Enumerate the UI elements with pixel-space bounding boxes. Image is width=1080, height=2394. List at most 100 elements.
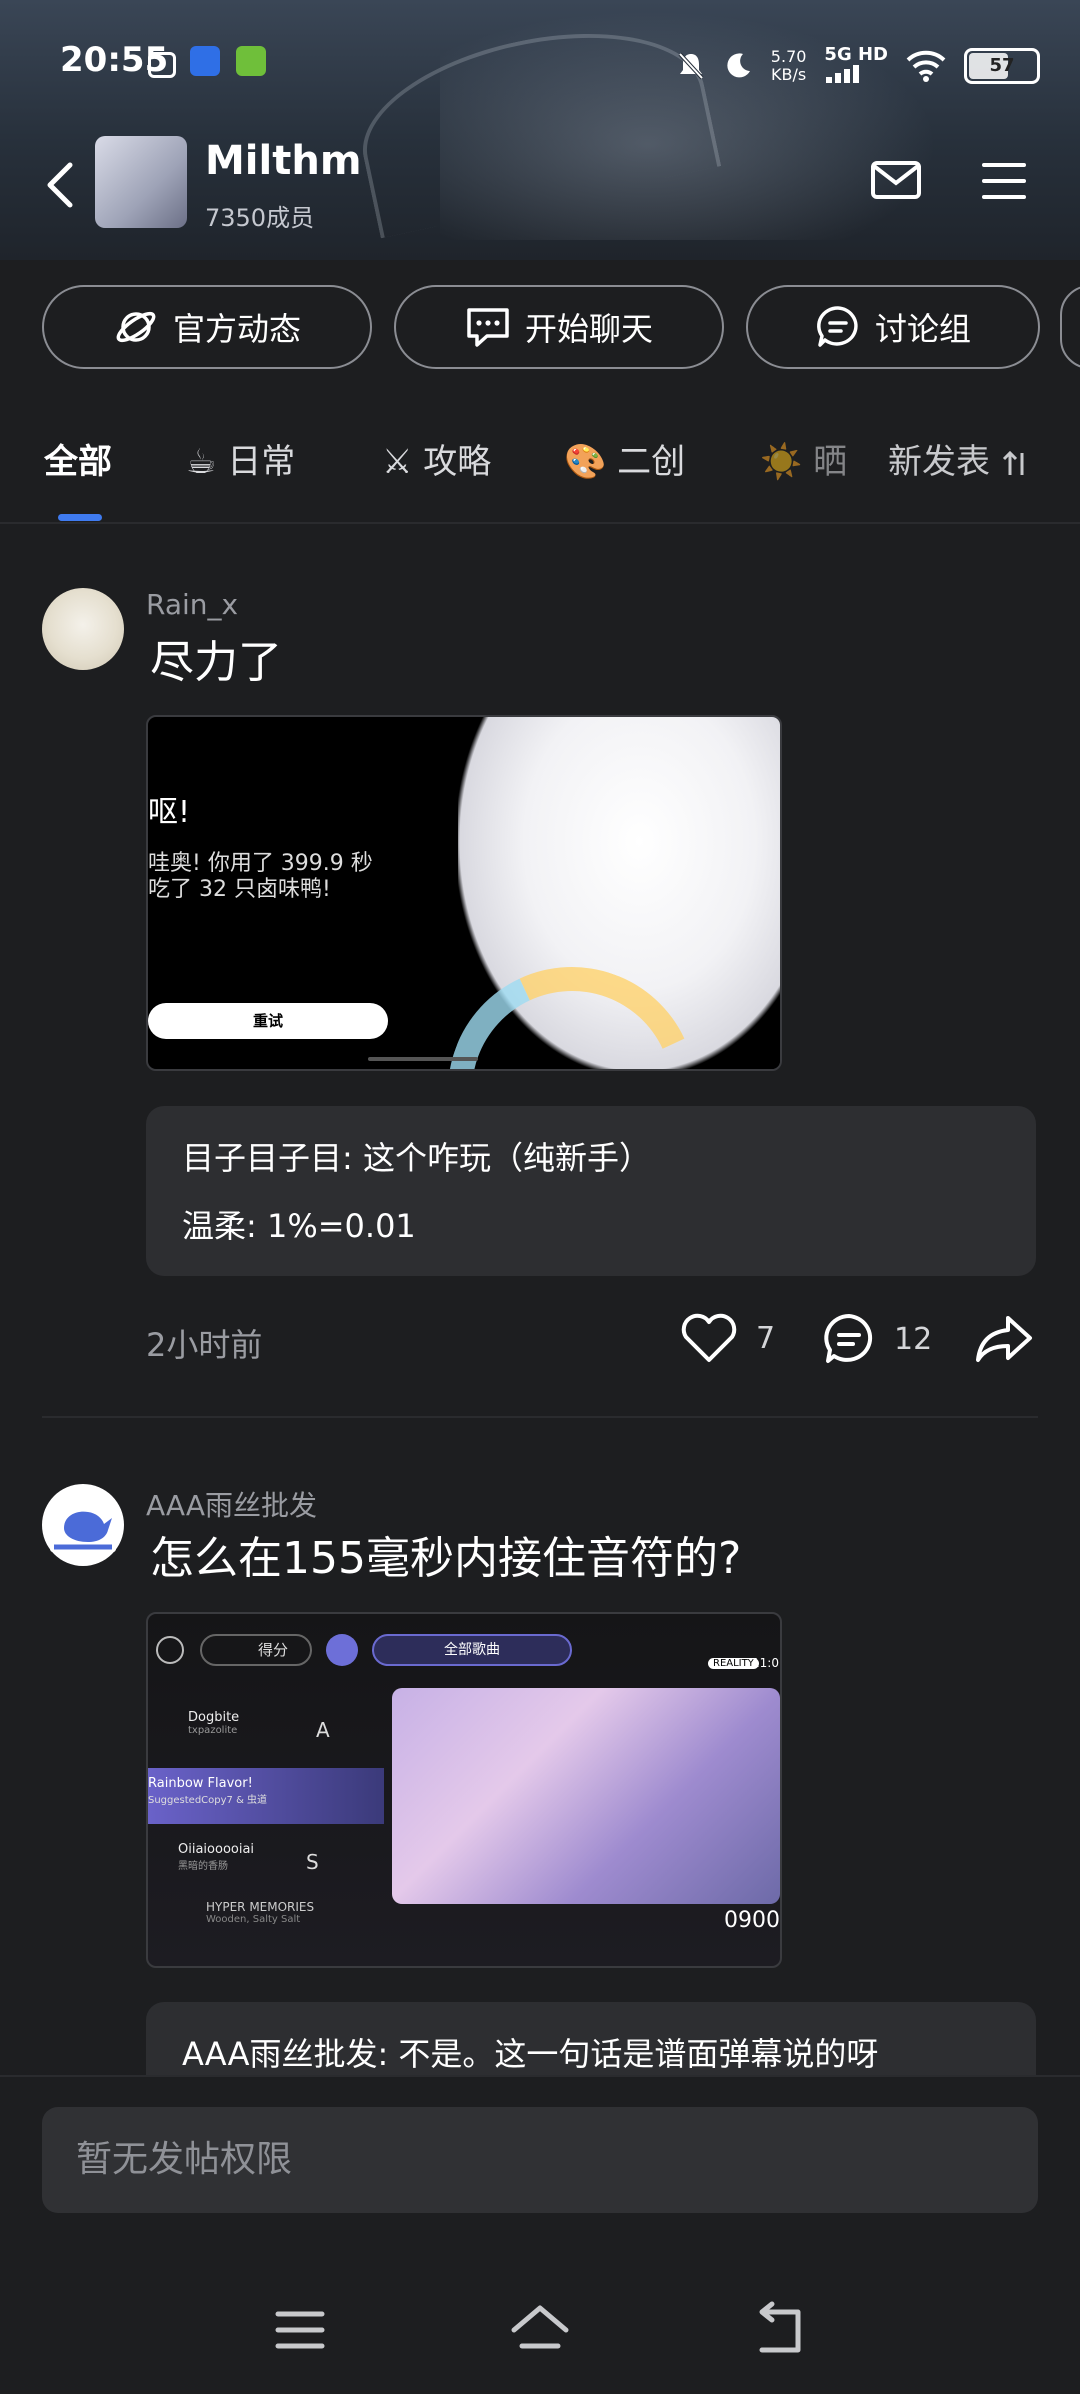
like-count: 7 xyxy=(756,1320,776,1356)
comment-button[interactable]: 12 xyxy=(822,1312,932,1366)
game-song-item: Oiiaiooooiai 黑暗的香肠 xyxy=(178,1842,254,1872)
battery-indicator: 57 xyxy=(964,48,1040,84)
status-right-group: 5.70 KB/s 5G HD 57 xyxy=(677,44,1040,88)
post-title: 怎么在155毫秒内接住音符的? xyxy=(150,1533,742,1584)
palette-icon: 🎨 xyxy=(564,442,607,482)
quick-action-chips: 官方动态 开始聊天 讨论组 xyxy=(0,285,1080,375)
comment-icon xyxy=(824,1314,873,1363)
game-toolbar: 得分 全部歌曲 xyxy=(156,1634,576,1668)
tab-guides[interactable]: ⚔ 攻略 xyxy=(382,434,491,483)
game-song-artist: SuggestedCopy7 & 虫道 xyxy=(148,1795,268,1806)
reply-preview-box[interactable]: 目子目子目: 这个咋玩（纯新手） 温柔: 1%=0.01 xyxy=(146,1106,1036,1276)
post-author[interactable]: Rain_x xyxy=(146,588,238,621)
tab-share-partial[interactable]: ☀️ 晒 xyxy=(760,434,847,483)
post-card[interactable]: AAA雨丝批发 怎么在155毫秒内接住音符的? 得分 全部歌曲 REALITY … xyxy=(0,1460,1080,2122)
back-icon[interactable] xyxy=(750,2300,810,2360)
coffee-icon: ☕ xyxy=(186,442,217,482)
post-image[interactable]: 得分 全部歌曲 REALITY 11:07 Dogbitetxpazolite … xyxy=(146,1612,782,1968)
retry-label: 重试 xyxy=(252,1012,283,1030)
back-arrow-icon[interactable] xyxy=(40,155,80,215)
tab-label: 全部 xyxy=(44,442,112,482)
sun-icon: ☀️ xyxy=(760,442,803,482)
chip-label: 开始聊天 xyxy=(524,310,653,348)
recent-apps-icon[interactable] xyxy=(270,2300,330,2360)
heart-icon xyxy=(681,1313,737,1362)
group-avatar[interactable] xyxy=(95,136,187,228)
game-sort-label: 得分 xyxy=(258,1641,289,1659)
image-retry-button: 重试 xyxy=(148,1003,388,1039)
image-heading: 呕! xyxy=(148,795,191,830)
tab-label: 日常 xyxy=(227,442,296,482)
game-song-item: HYPER MEMORIES Wooden, Salty Salt xyxy=(206,1900,314,1925)
post-input-disabled[interactable]: 暂无发帖权限 xyxy=(42,2107,1038,2213)
planet-icon xyxy=(116,311,156,343)
mail-icon[interactable] xyxy=(870,160,922,200)
sort-selector[interactable]: 新发表 xyxy=(880,434,1031,483)
game-song-name: Dogbite xyxy=(188,1710,240,1725)
game-song-rank: S xyxy=(306,1850,319,1874)
game-song-filter-label: 全部歌曲 xyxy=(444,1642,500,1658)
game-song-item: Dogbite txpazolite xyxy=(188,1710,239,1736)
discussion-group-chip[interactable]: 讨论组 xyxy=(746,285,1040,369)
tab-daily[interactable]: ☕ 日常 xyxy=(186,434,295,483)
reply-preview-line: 目子目子目: 这个咋玩（纯新手） xyxy=(182,1139,651,1177)
author-avatar[interactable] xyxy=(42,588,124,670)
group-app-bar: Milthm 7350成员 xyxy=(0,130,1080,240)
game-settings-icon xyxy=(156,1636,184,1664)
home-icon[interactable] xyxy=(510,2300,570,2360)
comment-icon xyxy=(817,306,858,347)
game-song-name: Oiiaiooooiai xyxy=(178,1842,255,1857)
like-button[interactable]: 7 xyxy=(680,1312,775,1364)
tab-fan-creation[interactable]: 🎨 二创 xyxy=(564,434,685,483)
status-bar: 20:55 5.70 KB/s 5G HD 57 xyxy=(0,0,1080,120)
signal-icon xyxy=(826,65,860,83)
chip-label: 官方动态 xyxy=(172,310,301,348)
post-image[interactable]: 呕! 哇奥! 你用了 399.9 秒 吃了 32 只卤味鸭! 重试 xyxy=(146,715,782,1071)
chat-bubble-icon xyxy=(467,308,509,347)
game-song-artist: txpazolite xyxy=(188,1725,238,1736)
game-song-name: HYPER MEMORIES xyxy=(206,1900,315,1914)
crossed-swords-icon: ⚔ xyxy=(382,442,413,482)
network-speed: 5.70 KB/s xyxy=(771,48,807,84)
whale-logo-icon xyxy=(50,1511,116,1552)
post-author[interactable]: AAA雨丝批发 xyxy=(146,1484,317,1524)
game-song-artist: 黑暗的香肠 xyxy=(178,1861,228,1872)
tab-all[interactable]: 全部 xyxy=(44,434,112,483)
game-mode-button xyxy=(326,1634,358,1666)
game-sort-pill: 得分 xyxy=(200,1634,312,1666)
game-song-artist: Wooden, Salty Salt xyxy=(206,1914,301,1925)
category-tabs: 全部 ☕ 日常 ⚔ 攻略 🎨 二创 ☀️ 晒 新发表 xyxy=(0,420,1080,521)
tab-label: 攻略 xyxy=(423,442,492,482)
network-label: 5G HD xyxy=(824,44,888,65)
post-card[interactable]: Rain_x 尽力了 呕! 哇奥! 你用了 399.9 秒 吃了 32 只卤味鸭… xyxy=(0,560,1080,1420)
comment-count: 12 xyxy=(894,1321,933,1357)
share-arrow-icon[interactable] xyxy=(974,1312,1034,1366)
more-chip-partial[interactable] xyxy=(1060,285,1080,369)
mute-icon xyxy=(678,52,704,80)
active-tab-indicator xyxy=(58,514,102,521)
bilibili-notification-icon xyxy=(148,52,176,78)
game-song-name: Rainbow Flavor! xyxy=(148,1776,253,1791)
image-line-2: 吃了 32 只卤味鸭! xyxy=(148,877,331,902)
group-name[interactable]: Milthm xyxy=(205,138,362,184)
reply-preview-line: 温柔: 1%=0.01 xyxy=(182,1207,416,1245)
start-chat-chip[interactable]: 开始聊天 xyxy=(394,285,724,369)
game-clock: 11:07 xyxy=(752,1656,780,1670)
game-score: 0900 xyxy=(724,1908,780,1933)
hamburger-menu-icon[interactable] xyxy=(980,160,1028,202)
system-navigation-bar xyxy=(0,2280,1080,2380)
official-news-chip[interactable]: 官方动态 xyxy=(42,285,372,369)
battery-level: 57 xyxy=(989,55,1015,76)
group-member-count: 7350成员 xyxy=(205,204,315,232)
tabs-divider xyxy=(0,522,1080,524)
image-scroll-indicator xyxy=(368,1057,478,1061)
speed-value: 5.70 xyxy=(770,47,807,66)
chip-label: 讨论组 xyxy=(874,310,971,348)
game-song-cover-art xyxy=(392,1688,780,1904)
game-song-rank: A xyxy=(316,1718,330,1742)
game-song-item-selected: Rainbow Flavor! SuggestedCopy7 & 虫道 xyxy=(148,1768,384,1824)
tab-label: 晒 xyxy=(813,442,848,482)
post-title: 尽力了 xyxy=(150,637,282,688)
game-song-list: Dogbite txpazolite A Rainbow Flavor! Sugge… xyxy=(148,1710,388,1966)
author-avatar[interactable] xyxy=(42,1484,124,1566)
